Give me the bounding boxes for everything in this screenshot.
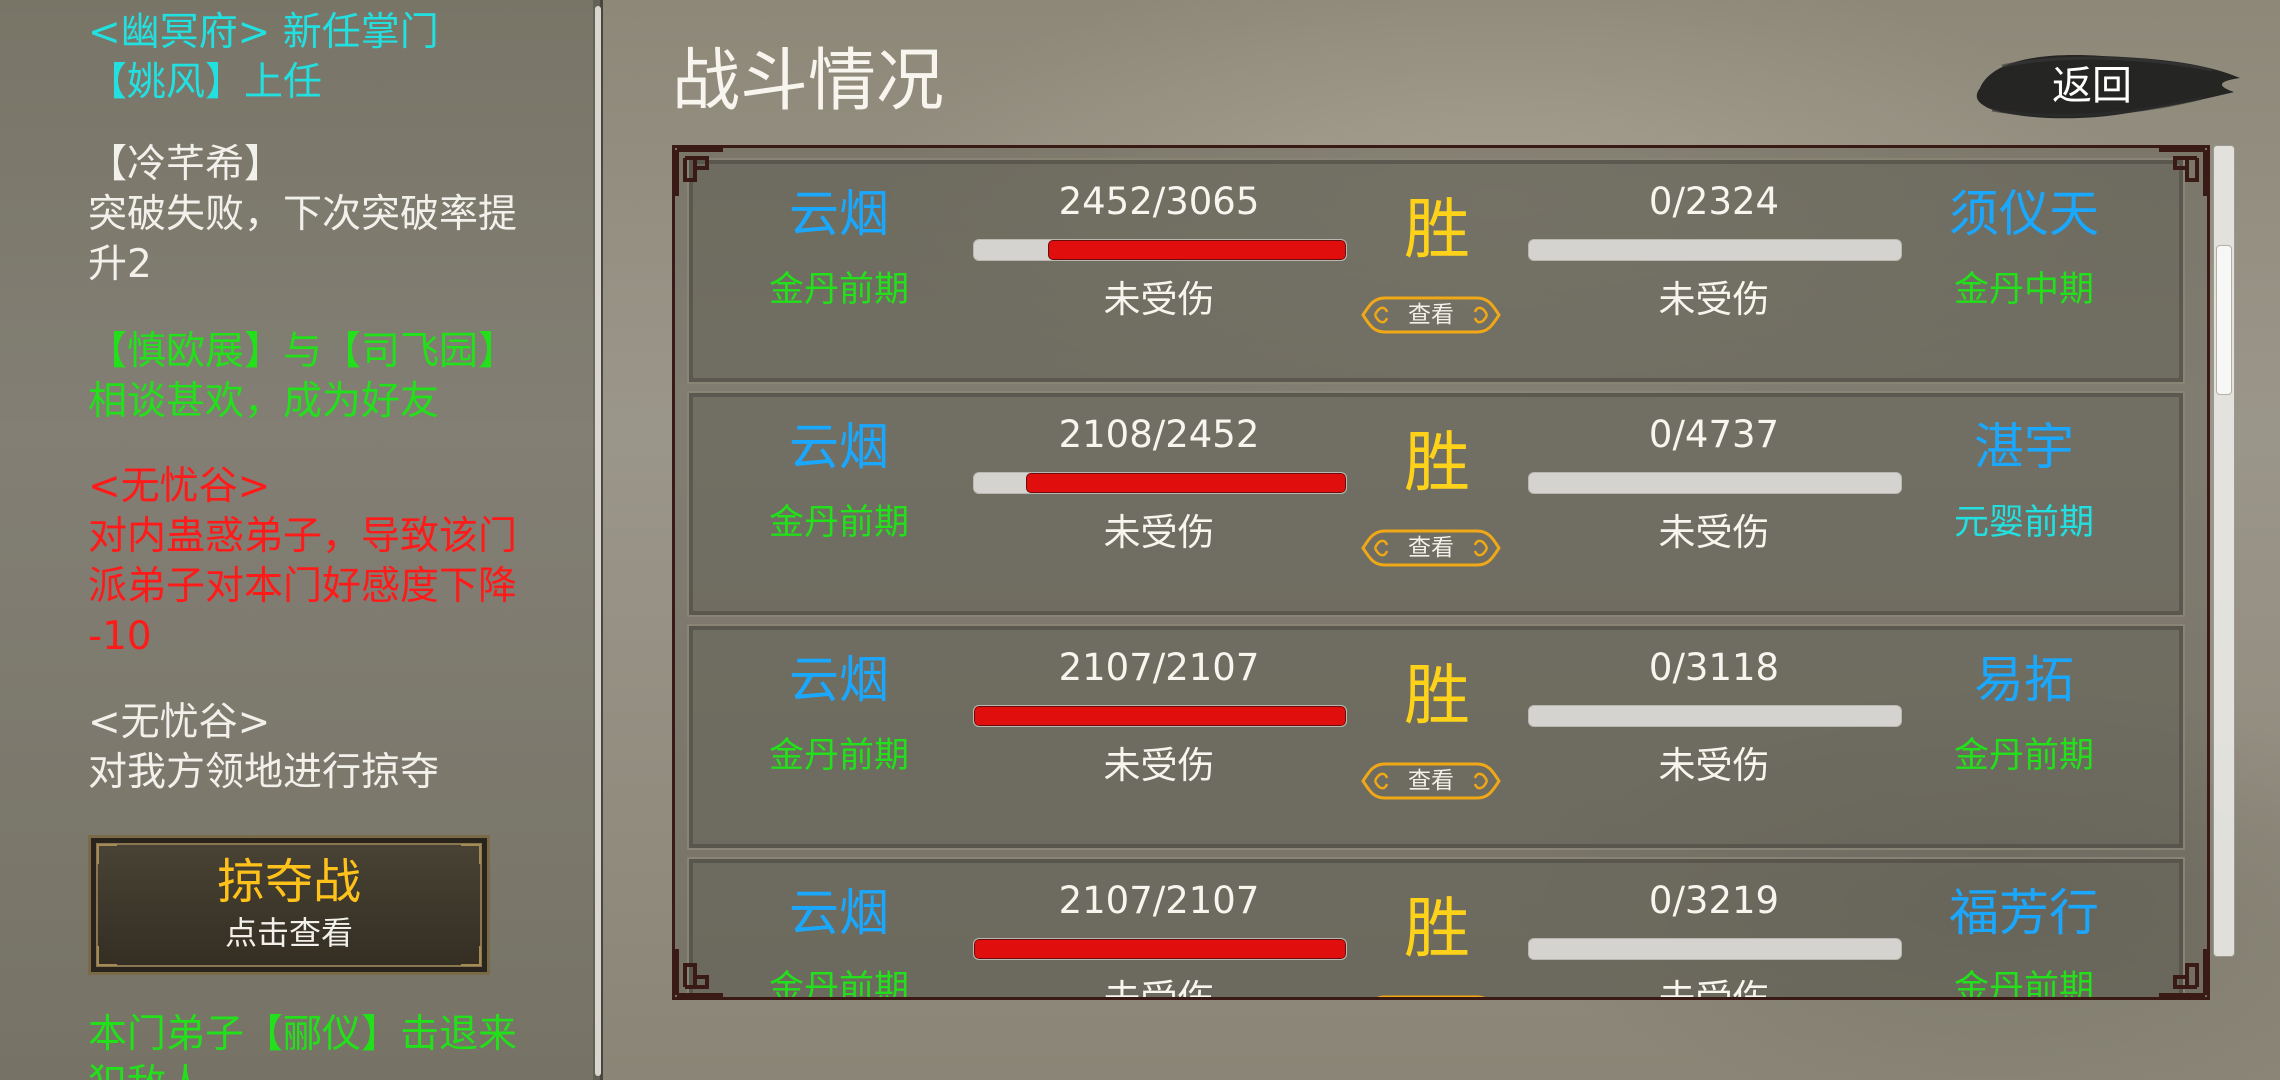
ally-hp-text: 2108/2452 — [1058, 413, 1260, 456]
ally-status: 未受伤 — [1103, 744, 1215, 787]
enemy-hp-text: 0/3219 — [1648, 879, 1780, 922]
ally-realm: 金丹前期 — [768, 503, 909, 543]
ally-name: 云烟 — [789, 884, 889, 942]
ally-hp-bar — [973, 472, 1347, 494]
ally-hp-fill — [974, 939, 1346, 959]
page-title: 战斗情况 — [672, 42, 945, 121]
log-entry-breakthrough: 【冷芊希】 突破失败，下次突破率提 升2 — [88, 140, 578, 290]
event-log-panel[interactable]: <幽冥府> 新任掌门 【姚风】上任 【冷芊希】 突破失败，下次突破率提 升2 【… — [0, 0, 603, 1080]
enemy-status: 未受伤 — [1658, 744, 1770, 787]
enemy-name: 湛宇 — [1974, 418, 2074, 476]
log-entry-sabotage: <无忧谷> 对内蛊惑弟子，导致该门 派弟子对本门好感度下降 -10 — [88, 462, 578, 662]
log-line: 相谈甚欢，成为好友 — [88, 379, 440, 424]
log-line: 【慎欧展】与【司飞园】 — [88, 329, 518, 374]
ally-hp-fill — [1026, 473, 1346, 493]
log-line: -10 — [88, 614, 152, 659]
ally-realm: 金丹前期 — [768, 969, 909, 1000]
view-button-label: 查看 — [1408, 768, 1454, 794]
enemy-realm: 金丹前期 — [1953, 969, 2094, 1000]
enemy-hp-bar — [1528, 239, 1902, 261]
battle-row: 云烟 金丹前期 2452/3065 未受伤 胜 查看 0/2324 未受伤 须仪… — [687, 158, 2185, 384]
battle-result: 胜 — [1404, 191, 1470, 268]
frame-corner-ornament — [2159, 148, 2207, 196]
log-line: 本门弟子【郦仪】击退来 — [88, 1012, 518, 1057]
back-button[interactable]: 返回 — [1972, 48, 2242, 126]
enemy-status: 未受伤 — [1658, 511, 1770, 554]
log-entry-repel: 本门弟子【郦仪】击退来 犯敌人 — [88, 1010, 578, 1080]
battle-result: 胜 — [1404, 890, 1470, 967]
corner-ornament — [97, 946, 117, 966]
view-button-label: 查看 — [1361, 991, 1501, 997]
battle-row: 云烟 金丹前期 2107/2107 未受伤 胜 查看 0/3219 未受伤 福芳… — [687, 857, 2185, 1000]
raid-button-title: 掠夺战 — [216, 854, 361, 910]
log-line: 犯敌人 — [88, 1060, 578, 1080]
log-line: <幽冥府> 新任掌门 — [88, 10, 439, 55]
view-button-label: 查看 — [1408, 535, 1454, 561]
enemy-hp-text: 0/2324 — [1648, 180, 1780, 223]
enemy-name: 须仪天 — [1949, 185, 2099, 243]
ally-status: 未受伤 — [1103, 977, 1215, 1000]
log-entry-raid: <无忧谷> 对我方领地进行掠夺 — [88, 698, 578, 798]
log-entry-friendship: 【慎欧展】与【司飞园】 相谈甚欢，成为好友 — [88, 327, 578, 427]
frame-corner-ornament — [675, 949, 723, 997]
view-button-label: 查看 — [1408, 302, 1454, 328]
view-battle-button[interactable]: 查看 — [1361, 525, 1501, 571]
enemy-hp-text: 0/4737 — [1648, 413, 1780, 456]
log-line: 对我方领地进行掠夺 — [88, 750, 440, 795]
raid-button-subtitle: 点击查看 — [224, 914, 353, 952]
battle-result: 胜 — [1404, 424, 1470, 501]
enemy-name: 福芳行 — [1949, 884, 2099, 942]
log-line: 突破失败，下次突破率提 — [88, 192, 518, 237]
enemy-status: 未受伤 — [1658, 278, 1770, 321]
ally-hp-text: 2107/2107 — [1058, 646, 1260, 689]
view-battle-button[interactable]: 查看 — [1361, 292, 1501, 338]
frame-corner-ornament — [2159, 949, 2207, 997]
enemy-name: 易拓 — [1974, 651, 2074, 709]
ally-status: 未受伤 — [1103, 511, 1215, 554]
log-line: 升2 — [88, 242, 152, 287]
view-battle-button[interactable]: 查看 — [1361, 758, 1501, 804]
log-entry-new-leader: <幽冥府> 新任掌门 【姚风】上任 — [88, 8, 578, 108]
ally-realm: 金丹前期 — [768, 270, 909, 310]
ally-name: 云烟 — [789, 418, 889, 476]
battle-result: 胜 — [1404, 657, 1470, 734]
back-button-label: 返回 — [2052, 63, 2132, 109]
enemy-realm: 元婴前期 — [1953, 503, 2094, 543]
ally-hp-text: 2452/3065 — [1058, 180, 1260, 223]
ally-status: 未受伤 — [1103, 278, 1215, 321]
corner-ornament — [461, 946, 481, 966]
log-line: <无忧谷> — [88, 700, 271, 745]
enemy-status: 未受伤 — [1658, 977, 1770, 1000]
raid-battle-button[interactable]: 掠夺战 点击查看 — [88, 835, 490, 975]
battle-row: 云烟 金丹前期 2107/2107 未受伤 胜 查看 0/3118 未受伤 易拓… — [687, 624, 2185, 850]
enemy-hp-text: 0/3118 — [1648, 646, 1780, 689]
enemy-hp-bar — [1528, 705, 1902, 727]
ally-hp-bar — [973, 938, 1347, 960]
ally-hp-bar — [973, 705, 1347, 727]
log-line: <无忧谷> — [88, 464, 271, 509]
view-battle-button[interactable]: 查看 — [1361, 991, 1501, 997]
ally-name: 云烟 — [789, 185, 889, 243]
log-line: 【冷芊希】 — [88, 142, 284, 187]
battle-list-scroll-thumb[interactable] — [2216, 245, 2232, 395]
ally-hp-fill — [1048, 240, 1346, 260]
log-line: 【姚风】上任 — [88, 60, 323, 105]
log-line: 对内蛊惑弟子，导致该门 — [88, 514, 518, 559]
enemy-realm: 金丹前期 — [1953, 736, 2094, 776]
battle-list[interactable]: 云烟 金丹前期 2452/3065 未受伤 胜 查看 0/2324 未受伤 须仪… — [672, 145, 2210, 1000]
log-line: 派弟子对本门好感度下降 — [88, 564, 518, 609]
log-scroll-thumb[interactable] — [595, 6, 601, 1076]
ally-realm: 金丹前期 — [768, 736, 909, 776]
ally-hp-bar — [973, 239, 1347, 261]
enemy-hp-bar — [1528, 472, 1902, 494]
frame-corner-ornament — [675, 148, 723, 196]
corner-ornament — [461, 844, 481, 864]
battle-row: 云烟 金丹前期 2108/2452 未受伤 胜 查看 0/4737 未受伤 湛宇… — [687, 391, 2185, 617]
corner-ornament — [97, 844, 117, 864]
ally-name: 云烟 — [789, 651, 889, 709]
ally-hp-text: 2107/2107 — [1058, 879, 1260, 922]
enemy-hp-bar — [1528, 938, 1902, 960]
enemy-realm: 金丹中期 — [1953, 270, 2094, 310]
ally-hp-fill — [974, 706, 1346, 726]
